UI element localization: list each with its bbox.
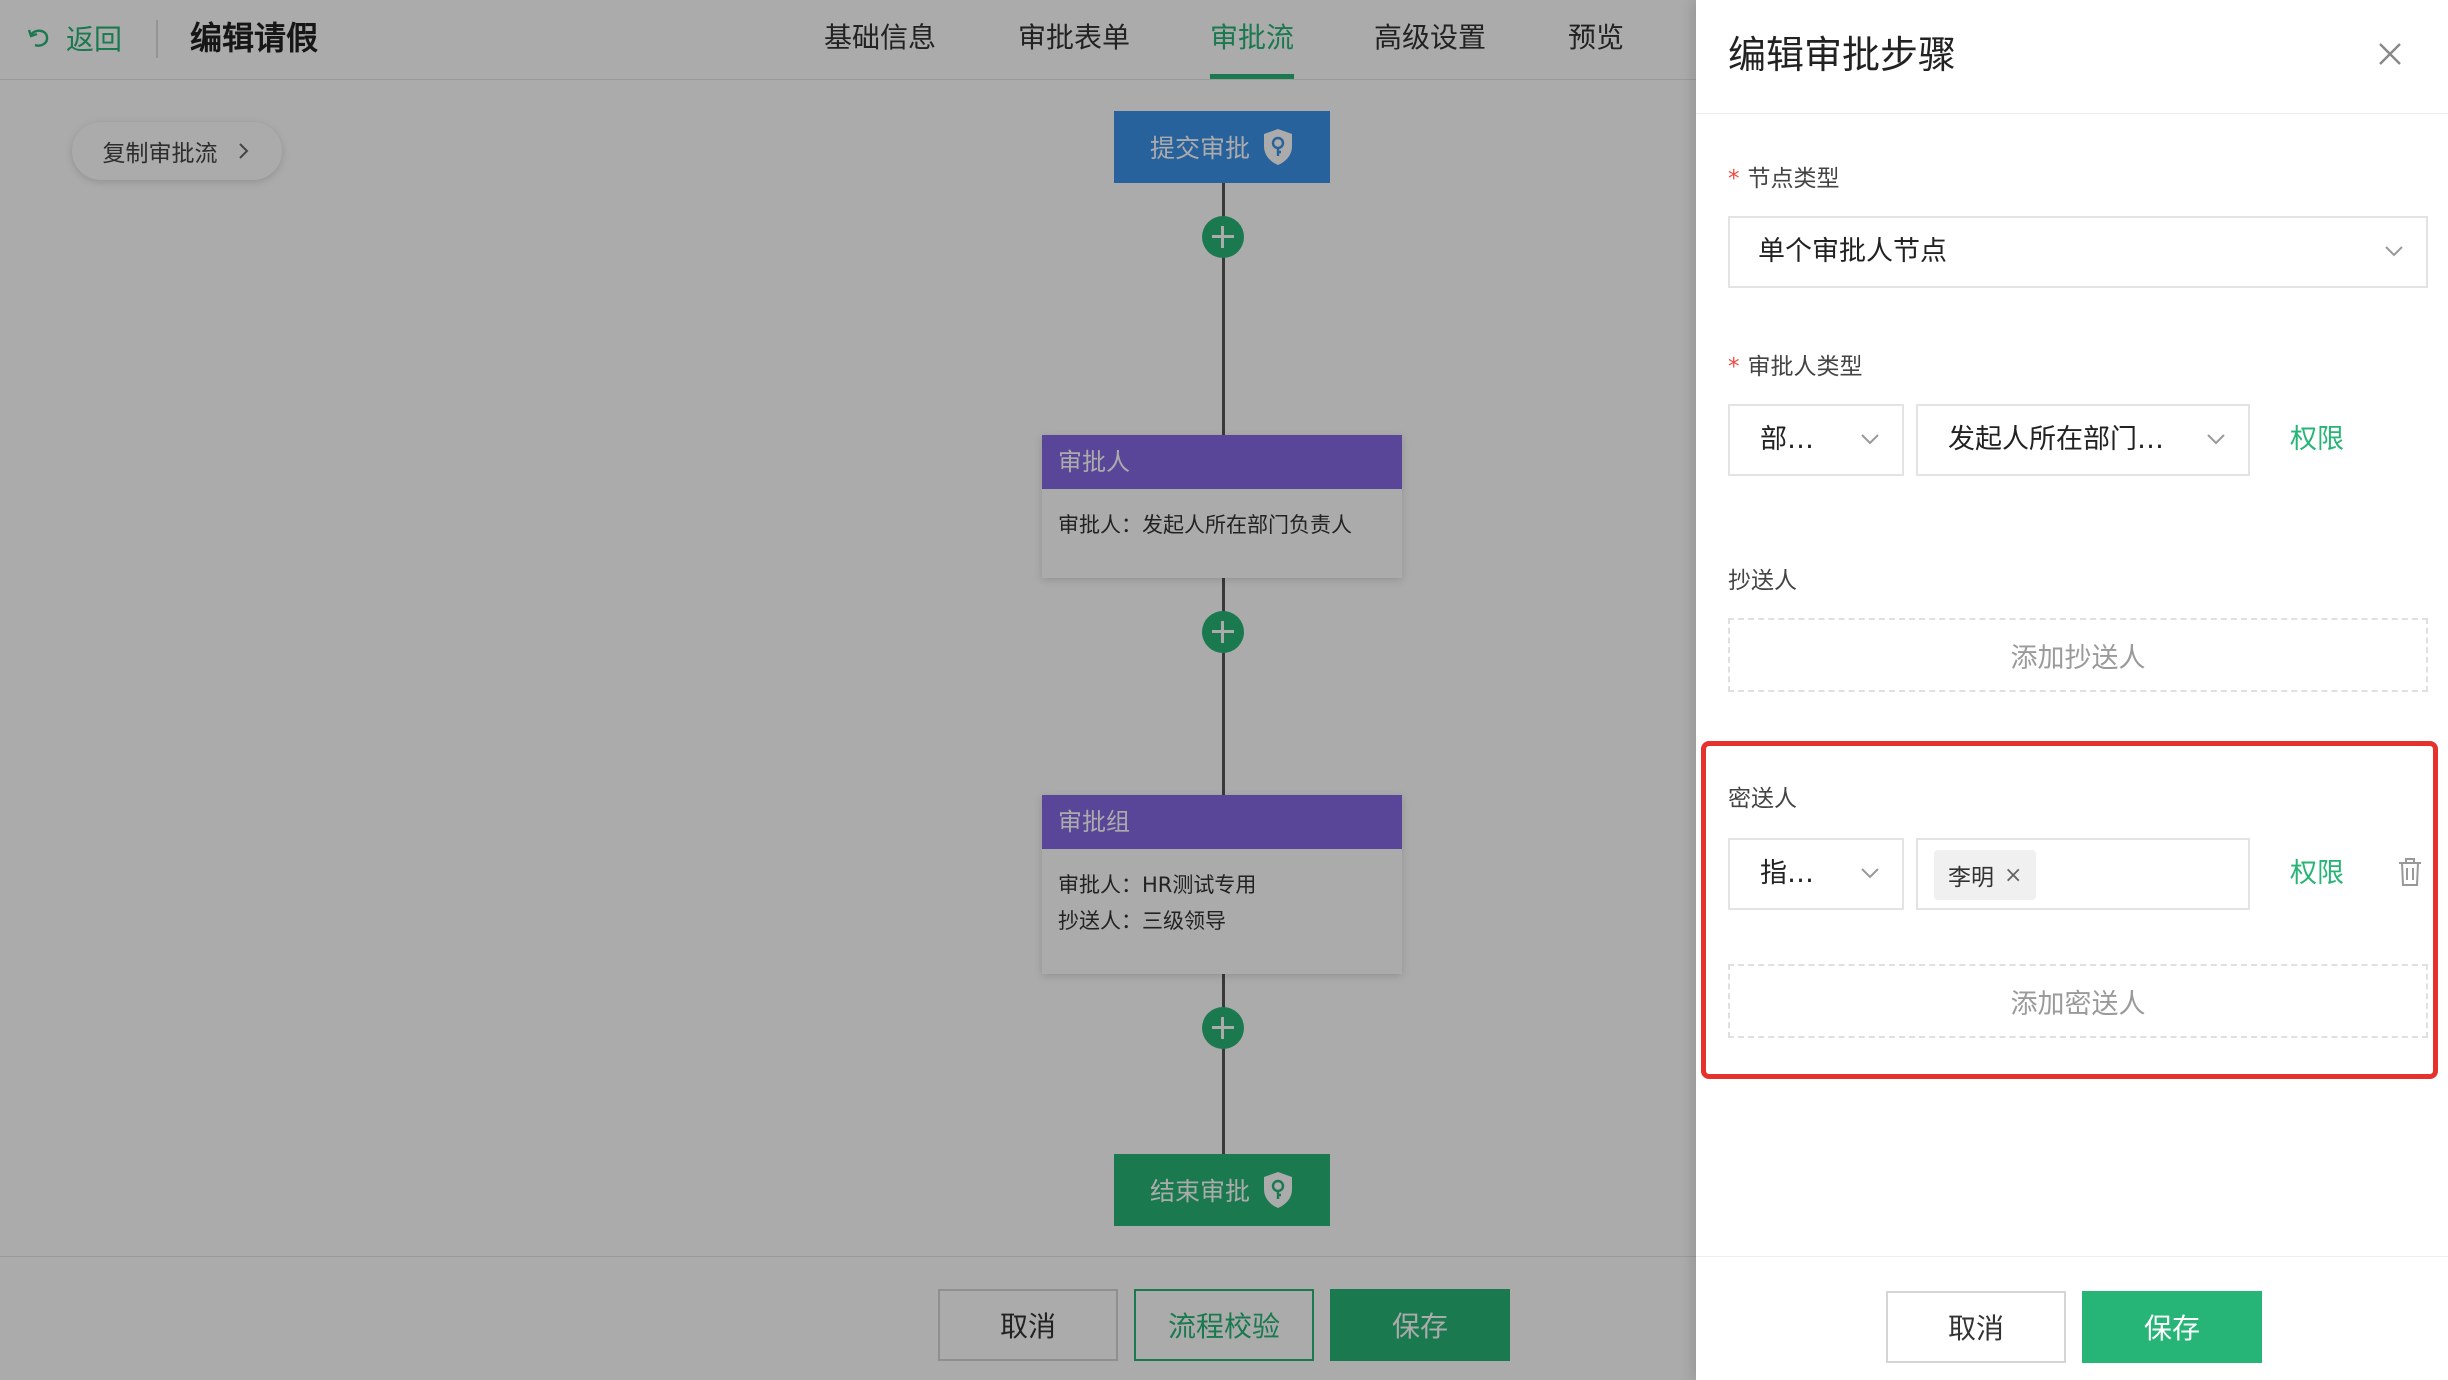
node-type-select[interactable]: 单个审批人节点 bbox=[1728, 216, 2428, 288]
node-type-label-text: 节点类型 bbox=[1747, 166, 1840, 192]
drawer-cancel-button[interactable]: 取消 bbox=[1886, 1291, 2066, 1363]
approver-target-value: 发起人所在部门… bbox=[1948, 424, 2164, 455]
chevron-down-icon bbox=[1861, 434, 1879, 445]
chevron-down-icon bbox=[2385, 246, 2403, 257]
required-mark: * bbox=[1728, 354, 1740, 380]
approver-target-select[interactable]: 发起人所在部门… bbox=[1916, 404, 2250, 476]
required-mark: * bbox=[1728, 166, 1740, 192]
drawer-save-button[interactable]: 保存 bbox=[2082, 1291, 2262, 1363]
drawer-title: 编辑审批步骤 bbox=[1728, 33, 1957, 77]
modal-overlay[interactable] bbox=[0, 0, 1696, 1380]
edit-step-drawer: 编辑审批步骤 * 节点类型 单个审批人节点 * 审批人类型 部… 发起人所在部门… … bbox=[1696, 0, 2448, 1380]
cc-label: 抄送人 bbox=[1728, 568, 1797, 594]
approver-permission-link[interactable]: 权限 bbox=[2290, 420, 2344, 460]
drawer-footer: 取消 保存 bbox=[1696, 1256, 2448, 1380]
node-type-value: 单个审批人节点 bbox=[1758, 236, 1947, 267]
approver-type-value: 部… bbox=[1760, 424, 1814, 455]
chevron-down-icon bbox=[2207, 434, 2225, 445]
close-icon[interactable] bbox=[2372, 36, 2408, 72]
node-type-label: * 节点类型 bbox=[1728, 164, 1840, 194]
approver-type-label: * 审批人类型 bbox=[1728, 352, 1863, 382]
add-cc-button[interactable]: 添加抄送人 bbox=[1728, 618, 2428, 692]
approver-type-select[interactable]: 部… bbox=[1728, 404, 1904, 476]
drawer-header: 编辑审批步骤 bbox=[1696, 0, 2448, 114]
highlight-box bbox=[1701, 741, 2438, 1079]
approver-type-label-text: 审批人类型 bbox=[1747, 354, 1863, 380]
